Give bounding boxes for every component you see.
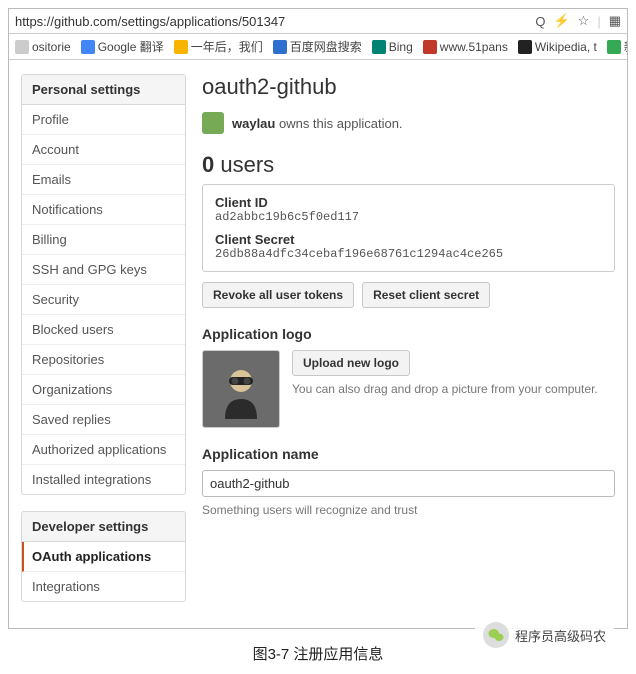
star-icon[interactable]: ☆ xyxy=(578,13,590,29)
logo-section-header: Application logo xyxy=(202,326,615,342)
bookmark-favicon-icon xyxy=(174,40,188,54)
bookmark-favicon-icon xyxy=(81,40,95,54)
sidebar-item-security[interactable]: Security xyxy=(22,285,185,315)
bookmark-favicon-icon xyxy=(518,40,532,54)
sidebar-item-ssh-and-gpg-keys[interactable]: SSH and GPG keys xyxy=(22,255,185,285)
bookmark-label: www.51pans xyxy=(440,40,508,54)
search-icon[interactable]: Q xyxy=(535,14,545,29)
upload-logo-button[interactable]: Upload new logo xyxy=(292,350,410,376)
sidebar-item-notifications[interactable]: Notifications xyxy=(22,195,185,225)
upload-hint: You can also drag and drop a picture fro… xyxy=(292,382,615,396)
bookmark-label: Google 翻译 xyxy=(98,38,164,55)
sidebar-item-saved-replies[interactable]: Saved replies xyxy=(22,405,185,435)
bookmark-label: ositorie xyxy=(32,40,71,54)
bookmark-favicon-icon xyxy=(423,40,437,54)
bookmark-item[interactable]: www.51pans xyxy=(423,40,508,54)
main-content: oauth2-github waylau owns this applicati… xyxy=(202,74,615,618)
owner-avatar xyxy=(202,112,224,134)
bookmark-item[interactable]: ositorie xyxy=(15,40,71,54)
bookmark-label: Bing xyxy=(389,40,413,54)
sidebar-header-personal: Personal settings xyxy=(22,75,185,105)
logo-avatar-icon xyxy=(211,359,271,419)
sidebar-item-account[interactable]: Account xyxy=(22,135,185,165)
sidebar-item-organizations[interactable]: Organizations xyxy=(22,375,185,405)
sidebar-item-repositories[interactable]: Repositories xyxy=(22,345,185,375)
sidebar-item-blocked-users[interactable]: Blocked users xyxy=(22,315,185,345)
bookmark-favicon-icon xyxy=(273,40,287,54)
url-bar: Q ⚡ ☆ | ▦ xyxy=(9,9,627,34)
bookmark-favicon-icon xyxy=(15,40,29,54)
bookmark-item[interactable]: Bing xyxy=(372,40,413,54)
bookmark-item[interactable]: Google 翻译 xyxy=(81,38,164,55)
bookmark-label: Wikipedia, t xyxy=(535,40,597,54)
credentials-box: Client ID ad2abbc19b6c5f0ed117 Client Se… xyxy=(202,184,615,272)
client-id-value: ad2abbc19b6c5f0ed117 xyxy=(215,210,602,224)
sidebar-header-developer: Developer settings xyxy=(22,512,185,542)
bookmarks-bar: ositorie Google 翻译 一年后，我们 百度网盘搜索 Bing www.51p… xyxy=(9,34,627,60)
sidebar-item-emails[interactable]: Emails xyxy=(22,165,185,195)
client-id-label: Client ID xyxy=(215,195,602,210)
client-secret-value: 26db88a4dfc34cebaf196e68761c1294ac4ce265 xyxy=(215,247,602,261)
bookmark-item[interactable]: 一年后，我们 xyxy=(174,38,263,55)
sidebar-item-integrations[interactable]: Integrations xyxy=(22,572,185,601)
sidebar-item-installed-integrations[interactable]: Installed integrations xyxy=(22,465,185,494)
lightning-icon[interactable]: ⚡ xyxy=(553,13,569,29)
app-name-header: Application name xyxy=(202,446,615,462)
sidebar-item-authorized-applications[interactable]: Authorized applications xyxy=(22,435,185,465)
app-logo xyxy=(202,350,280,428)
reset-secret-button[interactable]: Reset client secret xyxy=(362,282,490,308)
app-title: oauth2-github xyxy=(202,74,615,100)
revoke-tokens-button[interactable]: Revoke all user tokens xyxy=(202,282,354,308)
bookmark-label: 百度网盘搜索 xyxy=(290,38,362,55)
grid-icon[interactable]: ▦ xyxy=(609,13,621,29)
bookmark-label: 一年后，我们 xyxy=(191,38,263,55)
client-secret-label: Client Secret xyxy=(215,232,602,247)
owner-text: waylau owns this application. xyxy=(232,116,403,131)
sidebar: Personal settings ProfileAccountEmailsNo… xyxy=(21,74,186,618)
watermark-overlay: 程序员高级码农 xyxy=(475,618,614,652)
app-name-hint: Something users will recognize and trust xyxy=(202,503,615,517)
url-input[interactable] xyxy=(15,14,529,29)
bookmark-item[interactable]: Wikipedia, t xyxy=(518,40,597,54)
bookmark-label: 新标签页 xyxy=(624,38,627,55)
bookmark-favicon-icon xyxy=(372,40,386,54)
sidebar-item-profile[interactable]: Profile xyxy=(22,105,185,135)
bookmark-item[interactable]: 百度网盘搜索 xyxy=(273,38,362,55)
wechat-icon xyxy=(483,622,509,648)
watermark-text: 程序员高级码农 xyxy=(515,626,606,645)
sidebar-item-billing[interactable]: Billing xyxy=(22,225,185,255)
bookmark-item[interactable]: 新标签页 xyxy=(607,38,627,55)
users-heading: 0 users xyxy=(202,152,615,178)
app-name-input[interactable] xyxy=(202,470,615,497)
bookmark-favicon-icon xyxy=(607,40,621,54)
sidebar-item-oauth-applications[interactable]: OAuth applications xyxy=(22,542,185,572)
